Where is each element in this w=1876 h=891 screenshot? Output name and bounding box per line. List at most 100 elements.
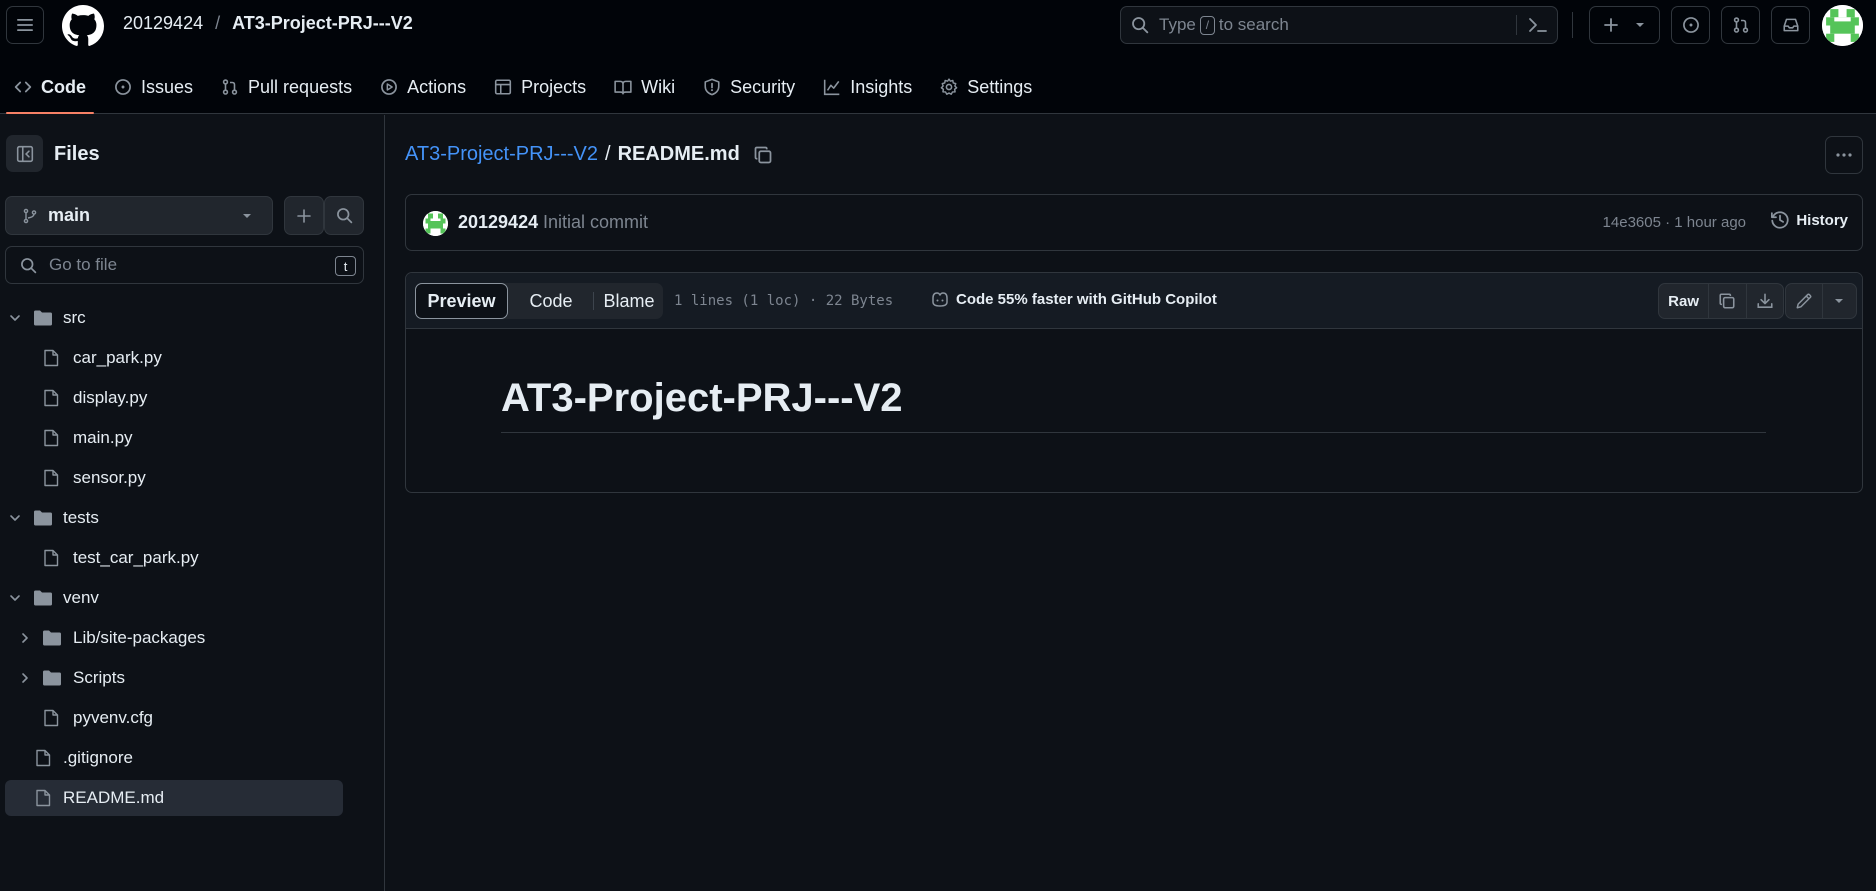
file-icon <box>44 349 59 367</box>
commit-message[interactable]: Initial commit <box>543 212 648 233</box>
path-repo-link[interactable]: AT3-Project-PRJ---V2 <box>405 143 598 166</box>
files-title: Files <box>54 143 100 165</box>
file-viewer-header: Preview Code Blame 1 lines (1 loc) · 22 … <box>406 273 1862 329</box>
repo-breadcrumb: 20129424 / AT3-Project-PRJ---V2 <box>123 13 413 34</box>
chevron-down-icon <box>10 515 20 521</box>
readme-heading-rule <box>501 432 1766 433</box>
plus-icon <box>297 208 311 223</box>
tab-issues[interactable]: Issues <box>100 60 207 114</box>
tree-file-car-park[interactable]: car_park.py <box>5 340 343 376</box>
tree-file-test-car-park[interactable]: test_car_park.py <box>5 540 343 576</box>
triangle-down-icon <box>1635 23 1644 27</box>
edit-options-dropdown[interactable] <box>1823 284 1856 318</box>
plus-icon <box>1603 18 1618 32</box>
tree-file-gitignore[interactable]: .gitignore <box>5 740 343 776</box>
tab-code-label: Code <box>41 76 86 97</box>
collapse-sidebar-button[interactable] <box>6 135 43 172</box>
segment-divider <box>593 292 594 310</box>
search-input[interactable]: Type / to search <box>1120 6 1558 44</box>
tab-code-view[interactable]: Code <box>511 283 591 319</box>
user-avatar[interactable] <box>1822 5 1863 46</box>
github-logo-icon[interactable] <box>62 5 104 47</box>
tree-folder-lib-site-packages[interactable]: Lib/site-packages <box>5 620 343 656</box>
code-icon <box>14 81 32 93</box>
identicon-icon <box>1822 5 1863 46</box>
copy-raw-button[interactable] <box>1709 284 1745 318</box>
tab-security[interactable]: Security <box>689 60 809 114</box>
tab-wiki[interactable]: Wiki <box>600 60 689 114</box>
repo-nav: Code Issues Pull requests Actions Projec… <box>0 60 1046 114</box>
tree-file-readme[interactable]: README.md <box>5 780 343 816</box>
header-divider <box>1572 12 1573 38</box>
search-placeholder-prefix: Type <box>1159 15 1196 34</box>
go-to-file-input[interactable]: Go to file t <box>5 246 364 284</box>
file-tree-sidebar: Files main Go to file t src car_park.py … <box>0 115 385 891</box>
copy-icon[interactable] <box>753 145 773 165</box>
go-to-file-shortcut: t <box>335 256 356 276</box>
folder-icon <box>43 670 61 686</box>
table-icon <box>495 79 512 95</box>
create-new-button[interactable] <box>1589 6 1660 44</box>
file-viewer: Preview Code Blame 1 lines (1 loc) · 22 … <box>405 272 1863 493</box>
history-icon <box>1771 211 1789 229</box>
tab-projects[interactable]: Projects <box>480 60 600 114</box>
commit-author[interactable]: 20129424 <box>458 212 538 233</box>
tree-file-main[interactable]: main.py <box>5 420 343 456</box>
tree-folder-venv[interactable]: venv <box>5 580 343 616</box>
tree-folder-scripts[interactable]: Scripts <box>5 660 343 696</box>
git-pull-request-icon <box>1733 17 1748 33</box>
file-icon <box>36 789 51 807</box>
hamburger-icon <box>17 19 33 31</box>
tab-blame[interactable]: Blame <box>595 283 663 319</box>
tree-item-label: Lib/site-packages <box>73 628 206 647</box>
tree-file-sensor[interactable]: sensor.py <box>5 460 343 496</box>
tab-pull-requests[interactable]: Pull requests <box>207 60 366 114</box>
latest-commit-box: 20129424 Initial commit 14e3605 · 1 hour… <box>405 194 1863 251</box>
file-path-breadcrumb: AT3-Project-PRJ---V2 / README.md <box>405 143 773 166</box>
tab-insights[interactable]: Insights <box>809 60 926 114</box>
download-button[interactable] <box>1747 284 1783 318</box>
tab-settings-label: Settings <box>967 76 1033 97</box>
git-branch-icon <box>23 208 37 223</box>
pull-request-icon <box>222 79 238 95</box>
owner-link[interactable]: 20129424 <box>123 13 203 34</box>
tab-code[interactable]: Code <box>0 60 100 114</box>
copilot-promo-link[interactable]: Code 55% faster with GitHub Copilot <box>930 290 1217 308</box>
tab-actions[interactable]: Actions <box>366 60 480 114</box>
tree-item-label: sensor.py <box>73 468 146 487</box>
pull-requests-button[interactable] <box>1721 6 1760 44</box>
tab-wiki-label: Wiki <box>641 76 676 97</box>
folder-open-icon <box>34 510 52 526</box>
repo-link[interactable]: AT3-Project-PRJ---V2 <box>232 13 413 34</box>
add-file-button[interactable] <box>284 196 324 235</box>
menu-button[interactable] <box>6 6 44 44</box>
tree-folder-tests[interactable]: tests <box>5 500 343 536</box>
tree-folder-src[interactable]: src <box>5 300 343 336</box>
issues-button[interactable] <box>1671 6 1710 44</box>
tab-preview[interactable]: Preview <box>415 283 508 319</box>
book-icon <box>614 80 632 95</box>
folder-open-icon <box>34 310 52 326</box>
play-icon <box>381 79 398 95</box>
commit-meta[interactable]: 14e3605 · 1 hour ago <box>1603 214 1746 231</box>
tab-issues-label: Issues <box>141 76 194 97</box>
edit-file-button[interactable] <box>1786 284 1822 318</box>
search-files-button[interactable] <box>324 196 364 235</box>
command-palette-icon[interactable] <box>1528 16 1548 34</box>
triangle-down-icon <box>243 213 251 218</box>
commit-author-avatar[interactable] <box>423 211 448 236</box>
search-shortcut-key: / <box>1199 15 1215 35</box>
file-icon <box>44 469 59 487</box>
raw-button[interactable]: Raw <box>1659 284 1708 318</box>
go-to-file-placeholder: Go to file <box>49 255 118 274</box>
tab-settings[interactable]: Settings <box>926 60 1046 114</box>
pencil-icon <box>1796 293 1812 309</box>
branch-selector[interactable]: main <box>5 196 273 235</box>
inbox-button[interactable] <box>1771 6 1810 44</box>
tree-file-display[interactable]: display.py <box>5 380 343 416</box>
tree-file-pyvenv[interactable]: pyvenv.cfg <box>5 700 343 736</box>
copilot-icon <box>932 292 948 307</box>
search-placeholder: Type / to search <box>1159 15 1289 35</box>
more-options-button[interactable] <box>1825 136 1863 174</box>
history-button[interactable]: History <box>1770 210 1848 230</box>
